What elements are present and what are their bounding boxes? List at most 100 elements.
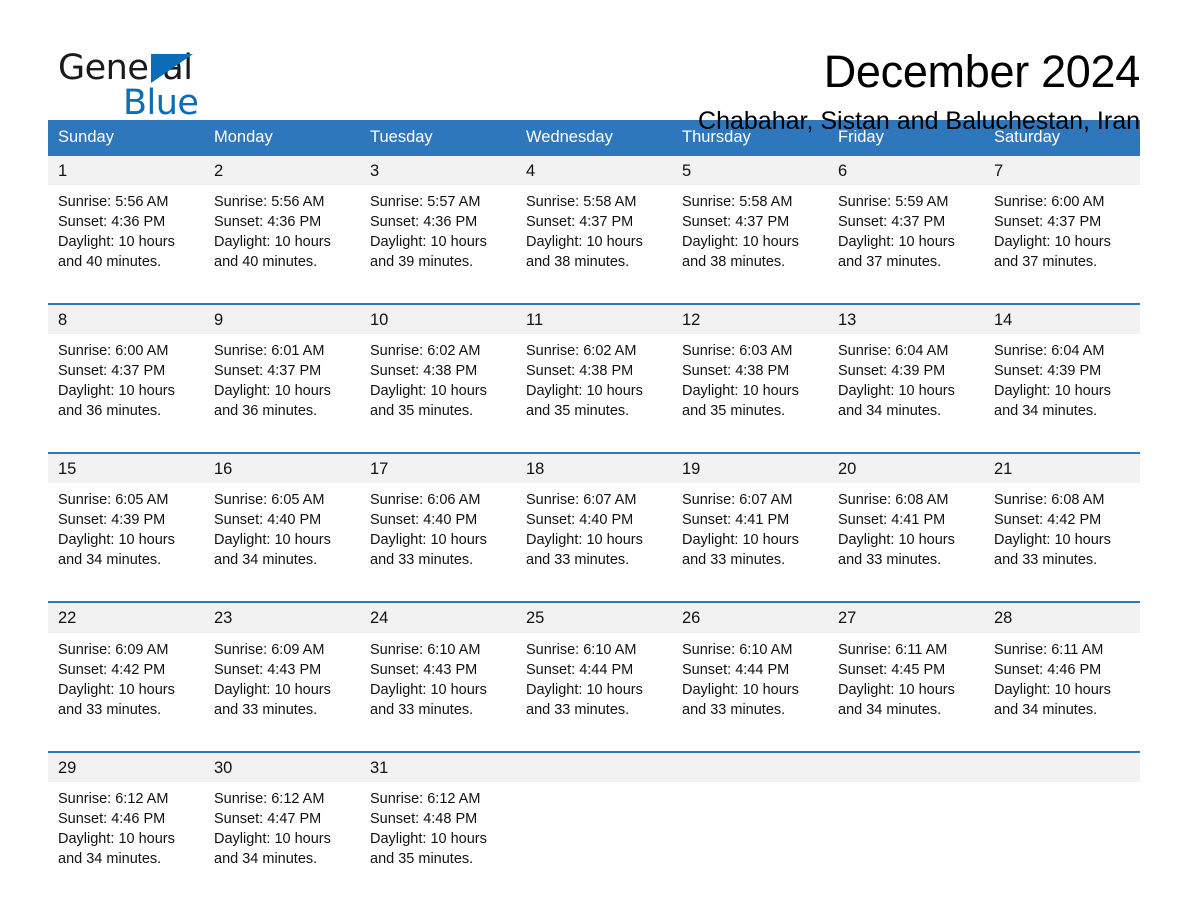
day-number[interactable]: 14 <box>984 303 1140 335</box>
day-number[interactable]: 31 <box>360 750 516 782</box>
day-cell[interactable]: Sunrise: 5:59 AM Sunset: 4:37 PM Daylight:… <box>828 185 984 304</box>
sunset-text: Sunset: 4:40 PM <box>214 512 322 529</box>
day-cell-content: Sunrise: 6:05 AM Sunset: 4:39 PM Daylight:… <box>48 483 204 601</box>
day-number[interactable]: 17 <box>360 452 516 484</box>
day-number[interactable]: 11 <box>516 303 672 335</box>
day-number[interactable]: 27 <box>828 601 984 633</box>
day-cell[interactable]: Sunrise: 6:11 AM Sunset: 4:45 PM Daylight:… <box>828 633 984 752</box>
day-number[interactable]: 18 <box>516 452 672 484</box>
day-cell[interactable]: Sunrise: 6:00 AM Sunset: 4:37 PM Daylight:… <box>984 185 1140 304</box>
week-daynumbers-row: 1234567 <box>48 156 1140 186</box>
day-cell-content: Sunrise: 6:04 AM Sunset: 4:39 PM Daylight:… <box>984 334 1140 452</box>
day-cell[interactable]: Sunrise: 6:10 AM Sunset: 4:44 PM Daylight:… <box>672 633 828 752</box>
sunrise-text: Sunrise: 6:05 AM <box>58 492 169 509</box>
day-number[interactable]: 9 <box>204 303 360 335</box>
day-number[interactable]: 3 <box>360 156 516 186</box>
day-number-empty <box>984 750 1140 782</box>
day-cell[interactable]: Sunrise: 6:02 AM Sunset: 4:38 PM Daylight:… <box>360 334 516 453</box>
day-number[interactable]: 7 <box>984 156 1140 186</box>
day-number[interactable]: 21 <box>984 452 1140 484</box>
calendar-table: Sunday Monday Tuesday Wednesday Thursday Frid… <box>48 120 1140 900</box>
day-cell[interactable]: Sunrise: 6:10 AM Sunset: 4:44 PM Daylight:… <box>516 633 672 752</box>
day-number[interactable]: 23 <box>204 601 360 633</box>
day-number[interactable]: 6 <box>828 156 984 186</box>
day-cell[interactable]: Sunrise: 6:04 AM Sunset: 4:39 PM Daylight:… <box>828 334 984 453</box>
daylight-text-line1: Daylight: 10 hours <box>214 532 331 549</box>
logo-text-blue: Blue <box>123 83 199 123</box>
daylight-text-line1: Daylight: 10 hours <box>526 383 643 400</box>
daylight-text-line1: Daylight: 10 hours <box>214 681 331 698</box>
daylight-text-line2: and 35 minutes. <box>526 403 630 420</box>
day-number[interactable]: 22 <box>48 601 204 633</box>
day-cell[interactable]: Sunrise: 6:12 AM Sunset: 4:48 PM Daylight:… <box>360 782 516 900</box>
daylight-text-line2: and 37 minutes. <box>838 254 942 271</box>
day-number[interactable]: 20 <box>828 452 984 484</box>
day-number[interactable]: 24 <box>360 601 516 633</box>
day-number[interactable]: 2 <box>204 156 360 186</box>
day-cell[interactable]: Sunrise: 6:12 AM Sunset: 4:47 PM Daylight:… <box>204 782 360 900</box>
day-number[interactable]: 30 <box>204 750 360 782</box>
day-cell[interactable]: Sunrise: 5:56 AM Sunset: 4:36 PM Daylight:… <box>204 185 360 304</box>
day-cell[interactable]: Sunrise: 6:05 AM Sunset: 4:40 PM Daylight:… <box>204 483 360 602</box>
day-cell[interactable]: Sunrise: 5:58 AM Sunset: 4:37 PM Daylight:… <box>672 185 828 304</box>
sunset-text: Sunset: 4:37 PM <box>838 214 946 231</box>
day-cell-empty <box>828 782 984 900</box>
sunset-text: Sunset: 4:47 PM <box>214 810 322 827</box>
daylight-text-line1: Daylight: 10 hours <box>370 830 487 847</box>
day-cell[interactable]: Sunrise: 6:09 AM Sunset: 4:43 PM Daylight:… <box>204 633 360 752</box>
day-cell[interactable]: Sunrise: 6:03 AM Sunset: 4:38 PM Daylight:… <box>672 334 828 453</box>
day-cell[interactable]: Sunrise: 6:08 AM Sunset: 4:41 PM Daylight:… <box>828 483 984 602</box>
sunrise-text: Sunrise: 6:10 AM <box>682 641 793 658</box>
day-cell-content: Sunrise: 6:08 AM Sunset: 4:41 PM Daylight:… <box>828 483 984 601</box>
sunset-text: Sunset: 4:37 PM <box>526 214 634 231</box>
daylight-text-line1: Daylight: 10 hours <box>994 681 1111 698</box>
daylight-text-line1: Daylight: 10 hours <box>370 532 487 549</box>
day-number[interactable]: 4 <box>516 156 672 186</box>
day-cell-content: Sunrise: 5:59 AM Sunset: 4:37 PM Daylight:… <box>828 185 984 303</box>
day-cell[interactable]: Sunrise: 6:06 AM Sunset: 4:40 PM Daylight:… <box>360 483 516 602</box>
sunset-text: Sunset: 4:37 PM <box>994 214 1102 231</box>
day-number[interactable]: 19 <box>672 452 828 484</box>
day-number[interactable]: 5 <box>672 156 828 186</box>
day-number[interactable]: 16 <box>204 452 360 484</box>
day-cell[interactable]: Sunrise: 6:09 AM Sunset: 4:42 PM Daylight:… <box>48 633 204 752</box>
day-cell[interactable]: Sunrise: 6:12 AM Sunset: 4:46 PM Daylight:… <box>48 782 204 900</box>
day-number[interactable]: 12 <box>672 303 828 335</box>
day-cell[interactable]: Sunrise: 6:10 AM Sunset: 4:43 PM Daylight:… <box>360 633 516 752</box>
daylight-text-line1: Daylight: 10 hours <box>994 532 1111 549</box>
day-cell[interactable]: Sunrise: 6:07 AM Sunset: 4:41 PM Daylight:… <box>672 483 828 602</box>
day-number[interactable]: 29 <box>48 750 204 782</box>
day-number-empty <box>516 750 672 782</box>
day-number[interactable]: 15 <box>48 452 204 484</box>
daylight-text-line2: and 34 minutes. <box>838 403 942 420</box>
day-cell[interactable]: Sunrise: 6:11 AM Sunset: 4:46 PM Daylight:… <box>984 633 1140 752</box>
day-cell[interactable]: Sunrise: 6:05 AM Sunset: 4:39 PM Daylight:… <box>48 483 204 602</box>
daylight-text-line2: and 34 minutes. <box>214 850 318 867</box>
day-number[interactable]: 13 <box>828 303 984 335</box>
day-number[interactable]: 28 <box>984 601 1140 633</box>
day-cell[interactable]: Sunrise: 5:58 AM Sunset: 4:37 PM Daylight:… <box>516 185 672 304</box>
sunrise-text: Sunrise: 6:04 AM <box>994 343 1105 360</box>
sunrise-text: Sunrise: 5:59 AM <box>838 194 949 211</box>
day-number[interactable]: 10 <box>360 303 516 335</box>
daylight-text-line1: Daylight: 10 hours <box>526 532 643 549</box>
day-cell[interactable]: Sunrise: 5:56 AM Sunset: 4:36 PM Daylight:… <box>48 185 204 304</box>
sunrise-text: Sunrise: 6:00 AM <box>994 194 1105 211</box>
day-cell[interactable]: Sunrise: 6:02 AM Sunset: 4:38 PM Daylight:… <box>516 334 672 453</box>
day-cell[interactable]: Sunrise: 6:00 AM Sunset: 4:37 PM Daylight:… <box>48 334 204 453</box>
daylight-text-line2: and 34 minutes. <box>994 701 1098 718</box>
day-cell[interactable]: Sunrise: 5:57 AM Sunset: 4:36 PM Daylight:… <box>360 185 516 304</box>
week-daynumbers-row: 8 9 10 11 12 13 14 <box>48 303 1140 335</box>
daylight-text-line1: Daylight: 10 hours <box>838 383 955 400</box>
weekday-header-sunday: Sunday <box>48 120 204 156</box>
day-number[interactable]: 26 <box>672 601 828 633</box>
day-cell-content: Sunrise: 6:07 AM Sunset: 4:40 PM Daylight:… <box>516 483 672 601</box>
day-cell[interactable]: Sunrise: 6:01 AM Sunset: 4:37 PM Daylight:… <box>204 334 360 453</box>
day-cell[interactable]: Sunrise: 6:04 AM Sunset: 4:39 PM Daylight:… <box>984 334 1140 453</box>
day-cell-content: Sunrise: 5:56 AM Sunset: 4:36 PM Daylight:… <box>48 185 204 303</box>
day-number[interactable]: 8 <box>48 303 204 335</box>
day-cell[interactable]: Sunrise: 6:07 AM Sunset: 4:40 PM Daylight:… <box>516 483 672 602</box>
day-number[interactable]: 1 <box>48 156 204 186</box>
day-number[interactable]: 25 <box>516 601 672 633</box>
day-cell[interactable]: Sunrise: 6:08 AM Sunset: 4:42 PM Daylight:… <box>984 483 1140 602</box>
